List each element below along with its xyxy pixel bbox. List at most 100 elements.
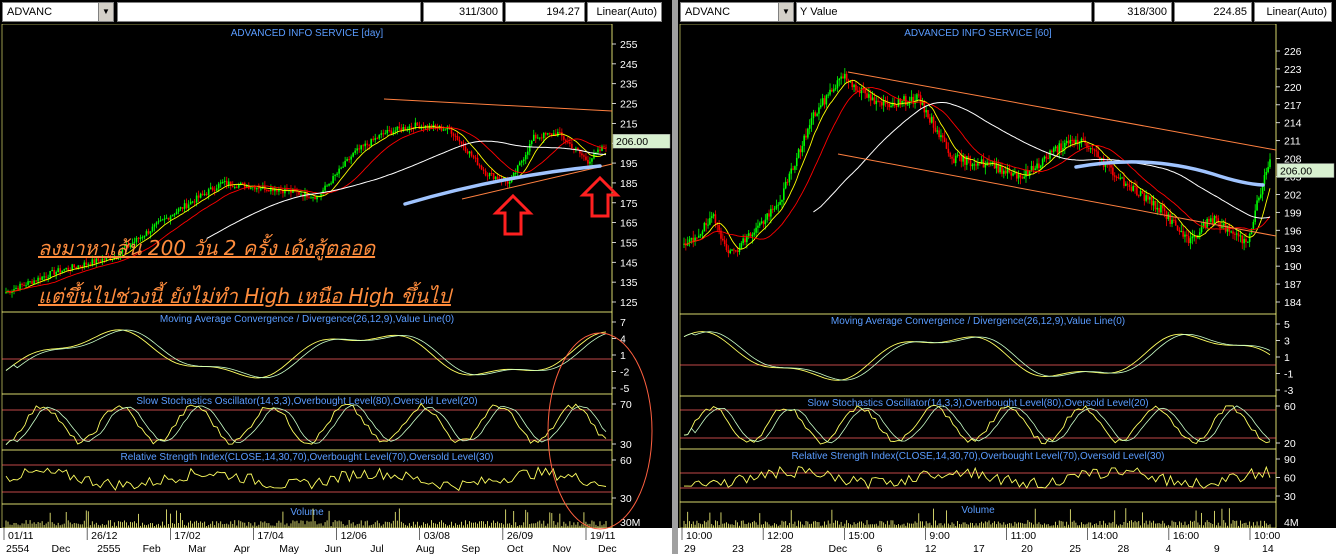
candle-body	[534, 134, 537, 139]
right-chart-canvas[interactable]: ADVANCED INFO SERVICE [60] 226 223 220 217 21…	[678, 24, 1336, 554]
x-axis-date-label: 12:00	[767, 530, 793, 542]
right-symbol-select[interactable]: ADVANC ▼	[680, 2, 794, 22]
candle-body	[910, 96, 913, 102]
candle-body	[1252, 221, 1255, 229]
candle-body	[929, 117, 931, 123]
candle-body	[1222, 223, 1225, 226]
candle-body	[207, 189, 210, 195]
candle-body	[71, 264, 74, 271]
left-y-value-field[interactable]	[117, 2, 421, 22]
price-tick-label: 245	[620, 59, 638, 71]
x-axis-date-label: 17/02	[174, 530, 200, 542]
price-tick-label: 175	[620, 198, 638, 210]
candle-body	[714, 214, 717, 224]
candle-body	[1021, 177, 1024, 179]
candle-body	[73, 264, 76, 268]
candle-body	[977, 163, 979, 166]
candle-body	[1003, 170, 1005, 174]
candle-body	[945, 141, 948, 149]
candle-body	[382, 133, 385, 135]
price-tick-label: 220	[1284, 82, 1302, 94]
candle-body	[1134, 185, 1136, 187]
right-y-value-field[interactable]: Y Value	[796, 2, 1092, 22]
right-toolbar: ADVANC ▼ Y Value 318/300 224.85 Linear(A…	[678, 0, 1336, 24]
candle-body	[597, 149, 599, 153]
candle-body	[1115, 176, 1118, 178]
candle-body	[1121, 177, 1123, 179]
candle-body	[1145, 195, 1147, 201]
candle-body	[63, 269, 65, 271]
candle-body	[779, 201, 781, 205]
left-scale-field[interactable]: Linear(Auto)	[587, 2, 662, 22]
candle-body	[1054, 146, 1057, 149]
candle-body	[328, 183, 330, 186]
candle-body	[1178, 230, 1181, 232]
candle-body	[55, 272, 57, 275]
candle-body	[581, 153, 583, 156]
candle-body	[773, 208, 776, 210]
candle-body	[718, 225, 720, 231]
candle-body	[171, 214, 174, 217]
candle-body	[454, 135, 457, 137]
candle-body	[1119, 177, 1122, 179]
candle-body	[396, 126, 399, 131]
right-scale-field[interactable]: Linear(Auto)	[1254, 2, 1332, 22]
candle-body	[211, 187, 214, 191]
candle-body	[460, 141, 463, 144]
candle-body	[1049, 150, 1051, 159]
candle-body	[1137, 195, 1140, 197]
x-axis-period-label: Dec	[598, 543, 617, 554]
candle-body	[480, 165, 483, 170]
candle-body	[969, 160, 972, 167]
chevron-down-icon[interactable]: ▼	[98, 3, 113, 21]
candle-body	[1089, 148, 1092, 150]
stoch-panel-title: Slow Stochastics Oscillator(14,3,3),Over…	[807, 398, 1148, 409]
candle-body	[524, 154, 527, 160]
candle-body	[951, 156, 953, 159]
candle-body	[949, 153, 951, 157]
candle-body	[1128, 184, 1131, 187]
candle-body	[1174, 220, 1177, 226]
candle-body	[1160, 204, 1162, 213]
candle-body	[1213, 215, 1216, 224]
candle-body	[189, 201, 192, 205]
candle-body	[444, 129, 447, 131]
candle-body	[466, 151, 469, 154]
current-price-label: 206.00	[616, 136, 648, 148]
candle-body	[61, 270, 63, 273]
x-axis-date-label: 03/08	[424, 530, 450, 542]
candle-body	[21, 283, 23, 285]
left-symbol-select[interactable]: ADVANC ▼	[2, 2, 114, 22]
candle-body	[348, 159, 350, 161]
candle-body	[757, 225, 759, 228]
candle-body	[173, 214, 176, 216]
chevron-down-icon[interactable]: ▼	[778, 3, 793, 21]
candle-body	[1126, 183, 1129, 185]
candle-body	[452, 133, 455, 136]
candle-body	[484, 170, 487, 176]
x-axis-period-label: Mar	[188, 543, 207, 554]
candle-body	[492, 173, 495, 180]
candle-body	[1245, 238, 1247, 243]
candle-body	[1259, 194, 1262, 198]
candle-body	[1152, 200, 1155, 206]
candle-body	[274, 189, 276, 192]
candle-body	[971, 164, 974, 167]
candle-body	[1097, 151, 1099, 157]
candle-body	[179, 207, 182, 209]
candle-body	[747, 233, 750, 236]
candle-body	[410, 126, 413, 128]
candle-body	[338, 168, 340, 174]
candle-body	[1075, 139, 1077, 144]
candle-body	[727, 250, 730, 254]
current-price-label: 206.00	[1280, 166, 1312, 178]
candle-body	[816, 113, 818, 116]
candle-body	[544, 132, 547, 135]
candle-body	[1193, 236, 1196, 238]
trend-line	[383, 98, 613, 112]
candle-body	[19, 283, 21, 290]
price-tick-label: 196	[1284, 225, 1302, 237]
candle-body	[768, 213, 770, 217]
candle-body	[1095, 150, 1098, 152]
candle-body	[751, 234, 754, 237]
